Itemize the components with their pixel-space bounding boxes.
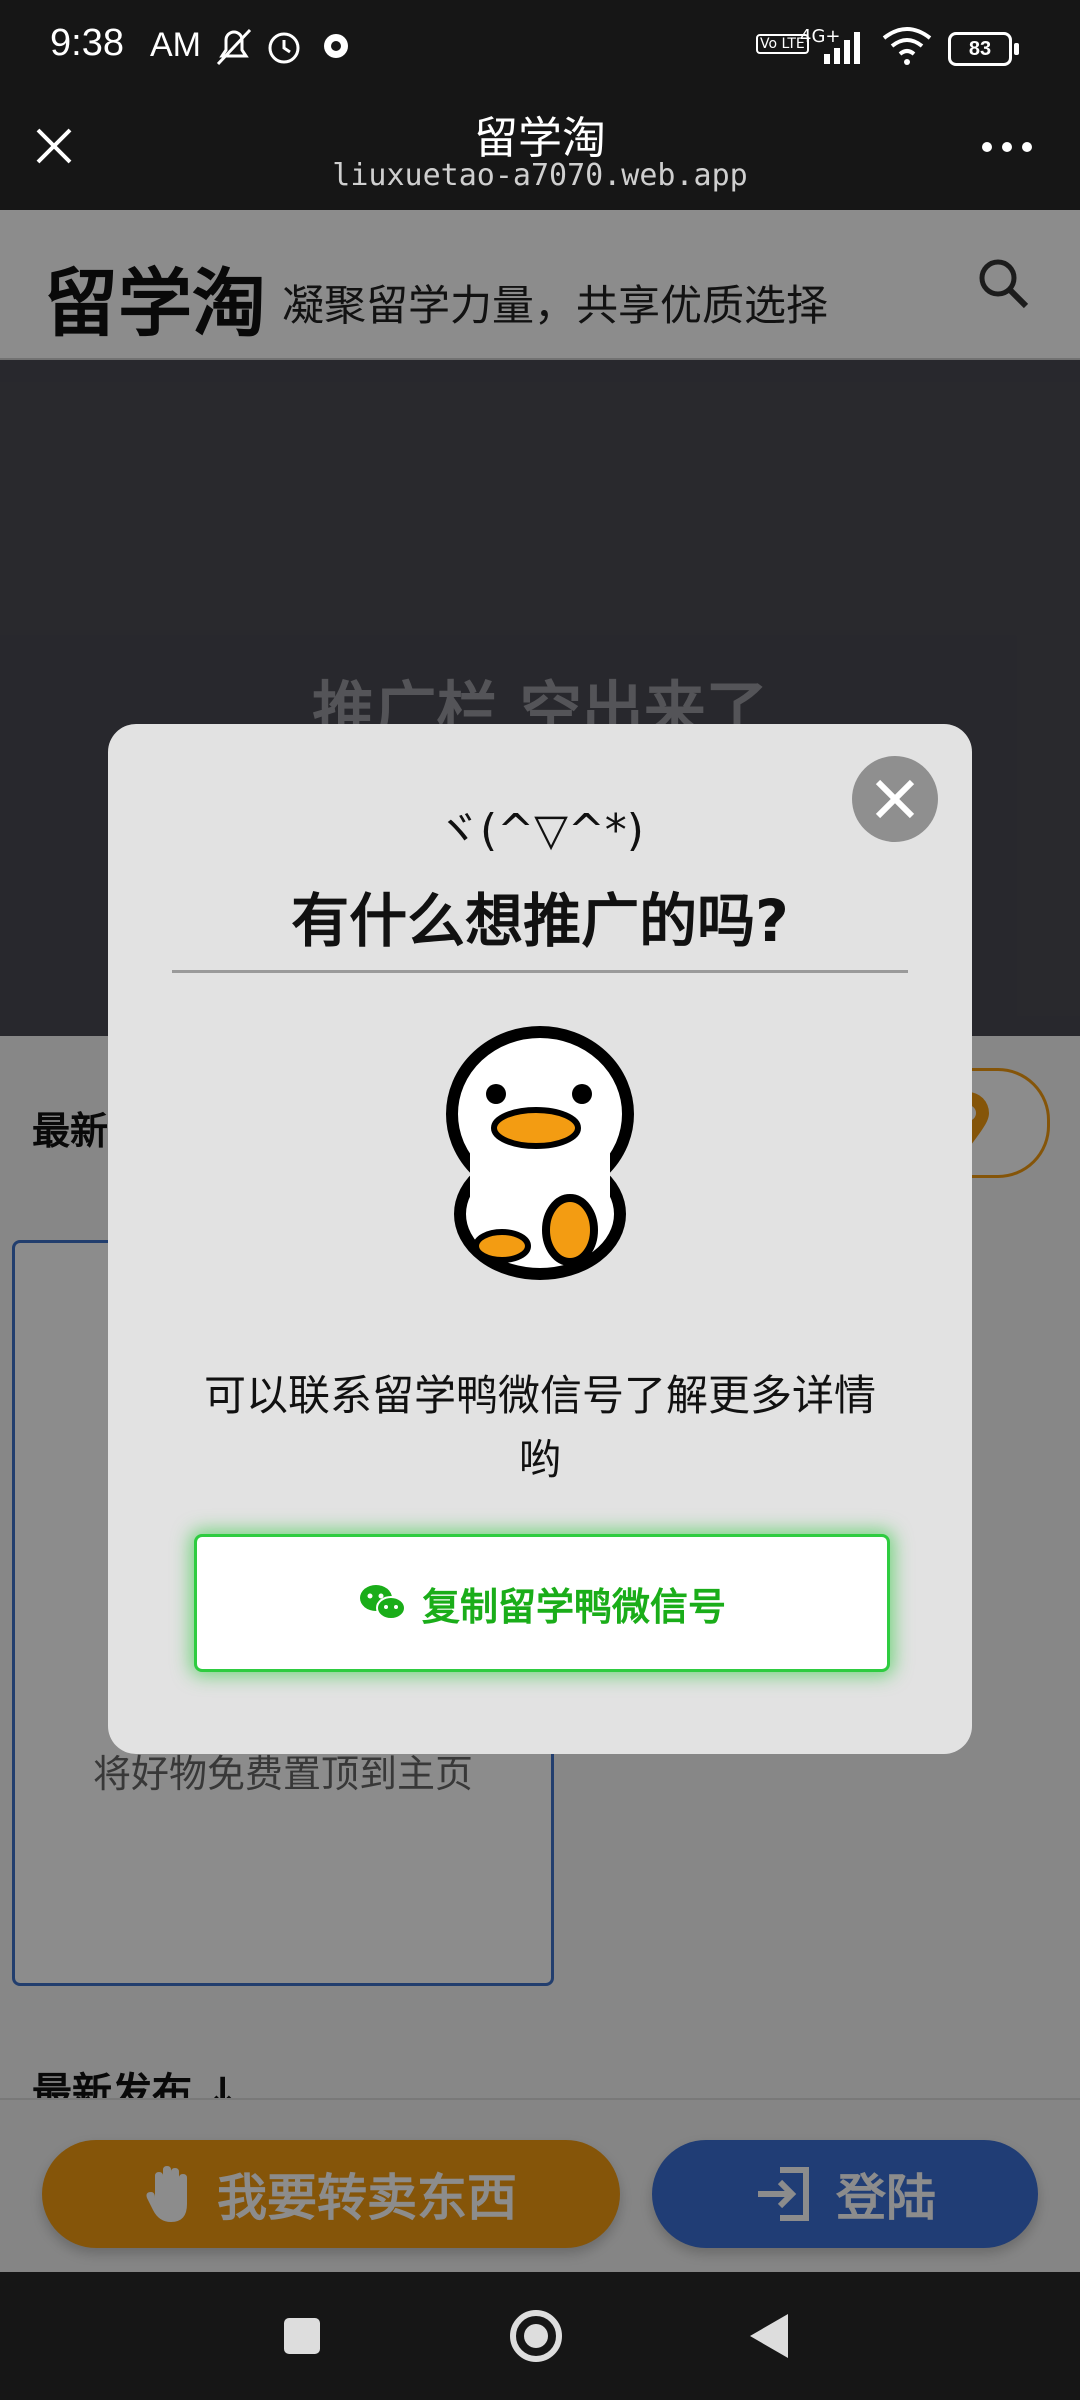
network-type: 4G+ [800, 26, 841, 47]
app-title-bar: 留学淘 liuxuetao-a7070.web.app [0, 98, 1080, 210]
settings-gear-icon [324, 34, 348, 58]
promo-dialog: ヾ(^▽^*) 有什么想推广的吗? 可以联系留学鸭微信号了解更多详情哟 复制留学… [108, 724, 972, 1754]
page-title: 留学淘 [474, 113, 606, 164]
bell-muted-icon [216, 28, 252, 66]
duck-mascot-icon [446, 1026, 634, 1280]
copy-button-label: 复制留学鸭微信号 [421, 1584, 726, 1629]
dialog-kaomoji: ヾ(^▽^*) [436, 805, 644, 856]
home-icon[interactable] [508, 2308, 564, 2364]
wifi-icon [882, 27, 932, 65]
status-bar: 9:38 AM Vo LTE 4G+ 83 [0, 0, 1080, 98]
dialog-divider [172, 970, 908, 973]
status-time: 9:38 [50, 22, 124, 64]
status-ampm: AM [150, 26, 201, 64]
more-options-icon[interactable] [980, 140, 1034, 154]
copy-wechat-id-button[interactable]: 复制留学鸭微信号 [194, 1534, 890, 1672]
recent-apps-icon[interactable] [282, 2316, 322, 2356]
dialog-message: 可以联系留学鸭微信号了解更多详情哟 [203, 1371, 876, 1484]
wechat-icon [359, 1585, 406, 1620]
battery-indicator: 83 [948, 32, 1019, 66]
page-url: liuxuetao-a7070.web.app [332, 158, 748, 193]
back-icon[interactable] [748, 2312, 790, 2360]
system-navigation-bar [0, 2272, 1080, 2400]
dialog-title: 有什么想推广的吗? [291, 887, 789, 955]
alarm-icon [268, 32, 300, 64]
